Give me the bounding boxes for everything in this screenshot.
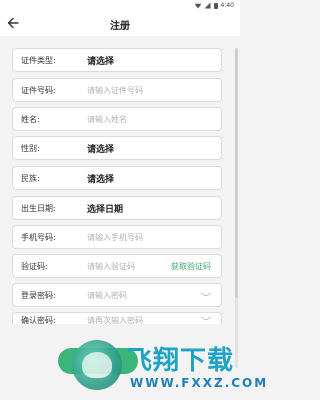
field-value: 选择日期 <box>87 205 124 215</box>
signal-icon <box>204 2 211 9</box>
status-bar: 4:40 <box>0 0 240 12</box>
form-scrollbar[interactable] <box>235 48 238 368</box>
top-app-bar: 注册 <box>0 12 240 36</box>
birth-date-picker[interactable]: 出生日期: 选择日期 <box>12 196 222 220</box>
status-icons: 4:40 <box>194 2 234 9</box>
eye-closed-icon[interactable] <box>201 316 211 322</box>
field-label: 性别: <box>21 144 40 153</box>
get-code-button[interactable]: 获取验证码 <box>171 261 211 272</box>
name-field[interactable]: 姓名: 请输入姓名 <box>12 107 222 131</box>
field-placeholder: 请输入证件号码 <box>87 86 143 95</box>
field-value: 请选择 <box>87 145 115 155</box>
field-label: 出生日期: <box>21 204 56 213</box>
field-value: 请选择 <box>87 57 115 67</box>
id-number-field[interactable]: 证件号码: 请输入证件号码 <box>12 78 222 102</box>
field-label: 民族: <box>21 174 40 183</box>
field-value: 请选择 <box>87 175 115 185</box>
scrollbar-thumb[interactable] <box>235 48 238 298</box>
phone-field[interactable]: 手机号码: 请输入手机号码 <box>12 225 222 249</box>
page-title: 注册 <box>110 21 130 32</box>
password-field[interactable]: 登录密码: 请输入密码 <box>12 283 222 307</box>
field-label: 手机号码: <box>21 233 56 242</box>
verification-code-field[interactable]: 验证码: 请输入验证码 获取验证码 <box>12 254 222 278</box>
field-label: 验证码: <box>21 262 48 271</box>
field-label: 确认密码: <box>21 316 56 325</box>
field-label: 证件类型: <box>21 56 56 65</box>
gender-select[interactable]: 性别: 请选择 <box>12 136 222 160</box>
status-time: 4:40 <box>220 2 234 9</box>
wifi-icon <box>194 3 202 9</box>
battery-icon <box>213 2 218 9</box>
field-label: 姓名: <box>21 115 40 124</box>
field-label: 证件号码: <box>21 86 56 95</box>
field-placeholder: 请输入姓名 <box>87 115 127 124</box>
field-placeholder: 请输入手机号码 <box>87 233 143 242</box>
field-placeholder: 请输入验证码 <box>87 262 135 271</box>
ethnicity-select[interactable]: 民族: 请选择 <box>12 166 222 190</box>
register-button[interactable] <box>58 348 138 374</box>
watermark-url: WWW.FXXZ.COM <box>130 376 269 390</box>
field-placeholder: 请输入密码 <box>87 291 127 300</box>
field-label: 登录密码: <box>21 291 56 300</box>
id-type-select[interactable]: 证件类型: 请选择 <box>12 48 222 72</box>
field-placeholder: 请再次输入密码 <box>87 316 143 325</box>
watermark-brand: 飞翔下载 <box>126 346 235 376</box>
confirm-password-field[interactable]: 确认密码: 请再次输入密码 <box>12 312 222 325</box>
eye-closed-icon[interactable] <box>201 292 211 298</box>
